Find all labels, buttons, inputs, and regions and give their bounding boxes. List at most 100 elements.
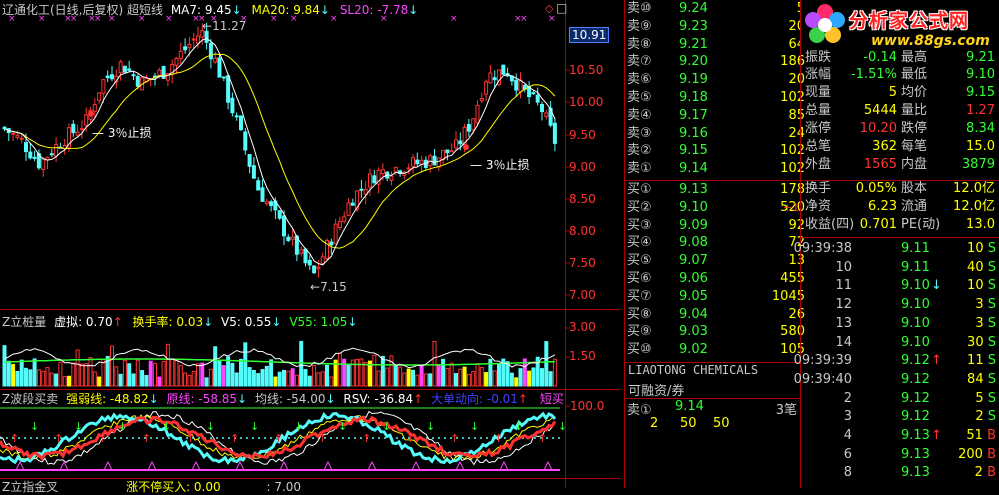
tick-time: 10 xyxy=(835,259,852,275)
candle-body xyxy=(191,38,196,41)
quote-value: 9.21 xyxy=(966,50,995,65)
bid-level-label: 买③ xyxy=(627,217,652,233)
candle-body xyxy=(535,94,540,103)
candle-body xyxy=(393,166,398,173)
ask-row[interactable]: 卖③ 9.16 24 xyxy=(625,126,805,143)
down-arrow-icon: ↓ xyxy=(162,420,171,433)
ask-volume: 5 xyxy=(743,1,805,17)
buy-triangle-icon xyxy=(15,460,25,471)
bid-level-label: 买⑦ xyxy=(627,288,652,304)
chart-area[interactable]: × × ×× ×× × × × ×× × × × × × × × ×× ×↑↓↑↓↑↓↑↓↑↓↑↓↑↓↑↓↑↓↑… xyxy=(0,0,620,488)
candle-body xyxy=(213,57,218,63)
diamond-icon[interactable]: ◇ xyxy=(545,2,553,15)
tick-time: 2 xyxy=(843,390,852,406)
candle-body xyxy=(449,150,454,153)
brand-url: www.88gs.com xyxy=(871,33,990,49)
volume-bar xyxy=(183,372,188,387)
candlestick-series xyxy=(2,22,557,278)
tick-row: 09:39:40 9.12 84 S xyxy=(794,371,999,389)
bid-row[interactable]: 买⑩ 9.02 105 xyxy=(625,342,805,359)
ask-row[interactable]: 卖⑦ 9.20 186 xyxy=(625,54,805,71)
tick-time: 13 xyxy=(835,315,852,331)
bid-row[interactable]: 买⑧ 9.04 26 xyxy=(625,307,805,324)
tick-price: 9.13 xyxy=(901,465,930,481)
volume-axis-label: 1.50 xyxy=(569,349,596,363)
volume-bar xyxy=(449,362,454,387)
ask-row[interactable]: 卖⑧ 9.21 64 xyxy=(625,36,805,54)
ask-volume: 20 xyxy=(788,72,805,88)
bid-row[interactable]: 买⑦ 9.05 1045 xyxy=(625,288,805,306)
tick-row: 3 9.12 2 S xyxy=(801,408,999,426)
tick-price: 9.10 xyxy=(901,278,930,294)
ask-price: 9.21 xyxy=(679,36,708,52)
quote-value: 5 xyxy=(888,85,897,100)
candle-body xyxy=(299,249,304,254)
tick-row: 4 9.13 ↑ 51 B xyxy=(801,427,999,445)
quote-value: -0.14 xyxy=(863,50,897,65)
volume-bar xyxy=(282,369,286,387)
candle-body xyxy=(19,137,24,140)
ask-row[interactable]: 卖④ 9.17 85 xyxy=(625,107,805,125)
tick-price: 9.12 xyxy=(901,390,930,406)
bottom-value-label: : 7.00 xyxy=(266,480,302,494)
sell1-price: 9.14 xyxy=(675,399,704,414)
bid-row[interactable]: 买① 9.13 178 xyxy=(625,182,805,199)
original-line-label: 原线: -58.85 xyxy=(166,392,238,406)
bid-level-label: 买⑩ xyxy=(627,342,652,358)
tick-side: S xyxy=(987,334,996,350)
bid-level-label: 买⑥ xyxy=(627,271,652,286)
volume-bar xyxy=(316,372,321,387)
tick-time: 14 xyxy=(835,334,852,350)
candle-body xyxy=(2,126,7,130)
quote-value: 12.0亿 xyxy=(953,181,995,196)
down-arrow-icon: ↓ xyxy=(203,315,214,329)
tick-row: 09:39:38 9.11 10 S xyxy=(794,240,999,258)
bid-row[interactable]: 买② 9.10 520 +1 xyxy=(625,199,805,217)
ask-row[interactable]: 卖⑥ 9.19 20 xyxy=(625,72,805,89)
bottom-panel-title: Z立指金叉 xyxy=(2,480,59,494)
quote-label: 净资 xyxy=(805,199,832,214)
ask-row[interactable]: 卖⑩ 9.24 5 xyxy=(625,1,805,18)
bid-row[interactable]: 买⑨ 9.03 580 xyxy=(625,324,805,341)
volume-bar xyxy=(239,358,243,387)
quote-row: 外盘 1565 内盘 3879 xyxy=(801,157,999,174)
candle-body xyxy=(174,57,179,66)
bid-volume: 92 xyxy=(788,217,805,233)
volume-bar xyxy=(6,360,11,387)
ask-level-label: 卖④ xyxy=(627,107,652,123)
ask-price: 9.24 xyxy=(679,1,708,16)
bid-price: 9.10 xyxy=(679,199,708,215)
tick-time: 3 xyxy=(843,409,852,425)
bid-price: 9.08 xyxy=(679,235,708,251)
quote-row: 现量 5 均价 9.15 xyxy=(801,85,999,102)
no-limit-buy-label: 涨不停买入: 0.00 xyxy=(126,480,221,494)
down-arrow-icon: ↓ xyxy=(231,3,242,17)
chart-title: 辽通化工(日线,后复权) 超短线 xyxy=(2,3,163,17)
candle-body xyxy=(475,104,480,124)
volume-bar xyxy=(140,370,145,387)
candle-body xyxy=(243,131,248,151)
candle-body xyxy=(239,115,243,131)
candle-body xyxy=(127,68,132,71)
volume-bar xyxy=(548,371,553,387)
ask-row[interactable]: 卖⑨ 9.23 20 xyxy=(625,19,805,36)
volume-bar xyxy=(62,376,67,387)
bid-row[interactable]: 买⑥ 9.06 455 xyxy=(625,271,805,288)
ask-row[interactable]: 卖⑤ 9.18 102 xyxy=(625,90,805,107)
bid-level-label: 买⑤ xyxy=(627,253,652,269)
bid-row[interactable]: 买③ 9.09 92 xyxy=(625,217,805,235)
volume-bar xyxy=(346,364,351,387)
candle-body xyxy=(183,46,188,51)
candle-body xyxy=(290,236,295,240)
ask-row[interactable]: 卖① 9.14 102 xyxy=(625,161,805,178)
ask-row[interactable]: 卖② 9.15 102 xyxy=(625,143,805,160)
up-arrow-icon: ↑ xyxy=(517,392,528,406)
volume-bar xyxy=(92,371,97,387)
tick-volume: 30 S xyxy=(967,334,996,350)
bid-row[interactable]: 买⑤ 9.07 13 xyxy=(625,253,805,270)
volume-bar xyxy=(320,371,325,387)
tick-side: S xyxy=(987,278,996,294)
bid-row[interactable]: 买④ 9.08 72 xyxy=(625,235,805,252)
down-arrow-icon: ↓ xyxy=(148,392,159,406)
candle-body xyxy=(122,65,127,73)
